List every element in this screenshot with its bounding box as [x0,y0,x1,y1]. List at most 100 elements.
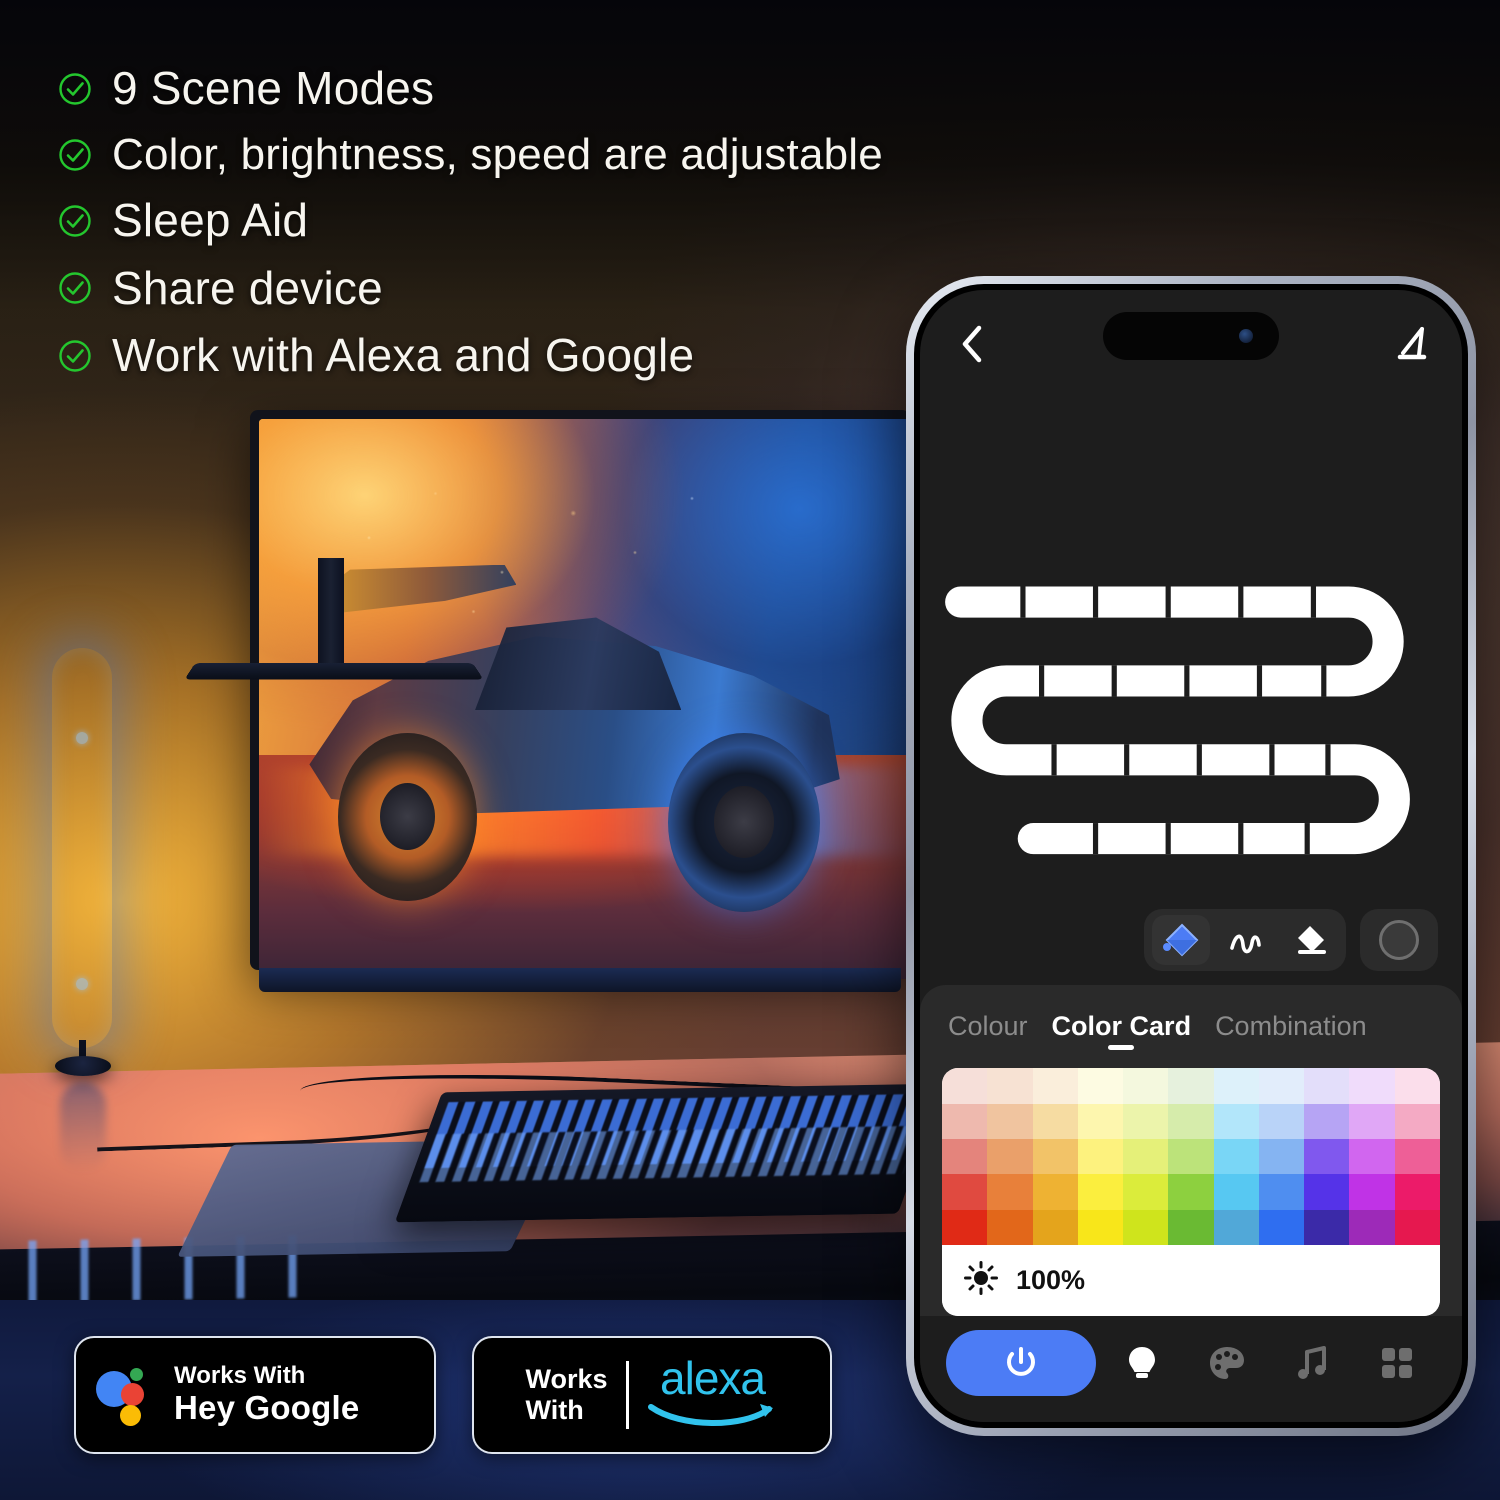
brush-size-group [1360,909,1438,972]
feature-label: Color, brightness, speed are adjustable [112,130,883,180]
color-swatch[interactable] [1032,1139,1078,1175]
color-swatch[interactable] [1349,1174,1395,1210]
color-swatch[interactable] [1077,1068,1124,1104]
color-swatch[interactable] [1304,1174,1350,1210]
color-swatch[interactable] [1394,1103,1440,1140]
gaming-monitor [250,410,919,992]
color-swatch[interactable] [1394,1174,1440,1210]
color-swatch[interactable] [987,1103,1033,1140]
color-swatch[interactable] [987,1068,1033,1104]
color-swatch[interactable] [942,1174,988,1210]
feature-label: Work with Alexa and Google [112,329,695,382]
color-swatch[interactable] [1168,1209,1214,1245]
color-swatch[interactable] [1213,1103,1259,1140]
color-swatch-grid[interactable] [942,1068,1440,1245]
feature-item: Share device [58,262,1058,315]
feature-item: Sleep Aid [58,194,1058,247]
paint-bucket-tool[interactable] [1152,915,1210,966]
nav-more[interactable] [1357,1330,1436,1396]
led-strip-canvas[interactable] [920,398,1462,986]
color-swatch[interactable] [1123,1103,1169,1140]
led-serpentine-strip[interactable] [942,573,1440,884]
badge-divider [625,1361,629,1429]
phone-bezel: Colour Color Card Combination 100% [914,284,1468,1428]
color-swatch[interactable] [1077,1139,1124,1175]
color-swatch[interactable] [1077,1174,1124,1210]
brush-tool[interactable] [1216,915,1274,965]
color-swatch[interactable] [987,1139,1033,1175]
color-swatch[interactable] [1123,1174,1169,1210]
brightness-slider[interactable]: 100% [942,1245,1440,1316]
brush-size-button[interactable] [1368,915,1430,965]
race-car-front-wheel [338,732,477,901]
color-swatch[interactable] [1168,1068,1214,1104]
color-swatch[interactable] [987,1174,1033,1210]
color-swatch[interactable] [1213,1209,1259,1245]
wheel-hub [713,786,775,859]
color-swatch[interactable] [1077,1209,1124,1245]
color-swatch[interactable] [1349,1103,1395,1140]
color-swatch[interactable] [1258,1103,1305,1140]
color-swatch[interactable] [1123,1209,1169,1245]
color-swatch[interactable] [1168,1139,1214,1175]
color-swatch[interactable] [1213,1068,1259,1104]
google-works-label: Works With [174,1362,306,1390]
color-swatch[interactable] [1394,1139,1440,1175]
edit-pencil-icon[interactable] [1388,322,1432,366]
color-swatch[interactable] [942,1103,988,1140]
eraser-tool[interactable] [1280,915,1338,965]
color-swatch[interactable] [987,1209,1033,1245]
color-swatch[interactable] [1032,1209,1078,1245]
monitor-screen [259,419,919,979]
color-swatch[interactable] [1349,1209,1395,1245]
color-swatch[interactable] [1077,1103,1124,1140]
color-swatch[interactable] [1032,1174,1078,1210]
tab-colour[interactable]: Colour [948,1011,1028,1052]
color-swatch[interactable] [1258,1068,1305,1104]
tool-group [1144,909,1346,972]
color-swatch[interactable] [1168,1103,1214,1140]
amazon-smile-icon [647,1402,779,1433]
color-swatch[interactable] [1123,1068,1169,1104]
google-assistant-dots-icon [96,1364,158,1426]
led-strip-graphic[interactable] [942,573,1440,889]
color-swatch[interactable] [1304,1139,1350,1175]
nav-music[interactable] [1272,1330,1351,1396]
color-card-panel: 100% [942,1068,1440,1316]
power-button[interactable] [946,1330,1096,1396]
color-swatch[interactable] [1258,1174,1305,1210]
chevron-left-icon[interactable] [950,322,994,366]
color-swatch[interactable] [1349,1068,1395,1104]
color-swatch[interactable] [1258,1209,1305,1245]
color-swatch[interactable] [1213,1139,1259,1175]
tab-combination[interactable]: Combination [1215,1011,1367,1052]
color-swatch[interactable] [1123,1139,1169,1175]
color-swatch[interactable] [1304,1209,1350,1245]
color-swatch[interactable] [1258,1139,1305,1175]
alexa-wordmark: alexa [660,1352,766,1405]
drawing-toolbar [920,909,1462,972]
color-swatch[interactable] [1304,1068,1350,1104]
color-swatch[interactable] [1394,1068,1440,1104]
light-bar-button-top [76,732,88,744]
color-swatch[interactable] [1304,1103,1350,1140]
feature-label: 9 Scene Modes [112,62,435,114]
color-swatch[interactable] [942,1139,988,1175]
light-bar-base [55,1056,111,1076]
wheel-hub [379,782,436,851]
color-swatch[interactable] [1349,1139,1395,1175]
color-swatch[interactable] [1394,1209,1440,1245]
google-badge-text: Works With Hey Google [174,1362,359,1427]
nav-light[interactable] [1102,1330,1181,1396]
compatibility-badges: Works With Hey Google Works With alexa [74,1336,832,1454]
nav-scene[interactable] [1187,1330,1266,1396]
smartphone-mockup: Colour Color Card Combination 100% [906,276,1476,1436]
color-swatch[interactable] [1168,1174,1214,1210]
color-swatch[interactable] [1032,1068,1078,1104]
color-swatch[interactable] [1032,1103,1078,1140]
color-swatch[interactable] [942,1209,988,1245]
tab-color-card[interactable]: Color Card [1052,1011,1192,1052]
color-swatch[interactable] [1213,1174,1259,1210]
color-swatch[interactable] [942,1068,988,1104]
brightness-sun-icon [964,1261,998,1300]
